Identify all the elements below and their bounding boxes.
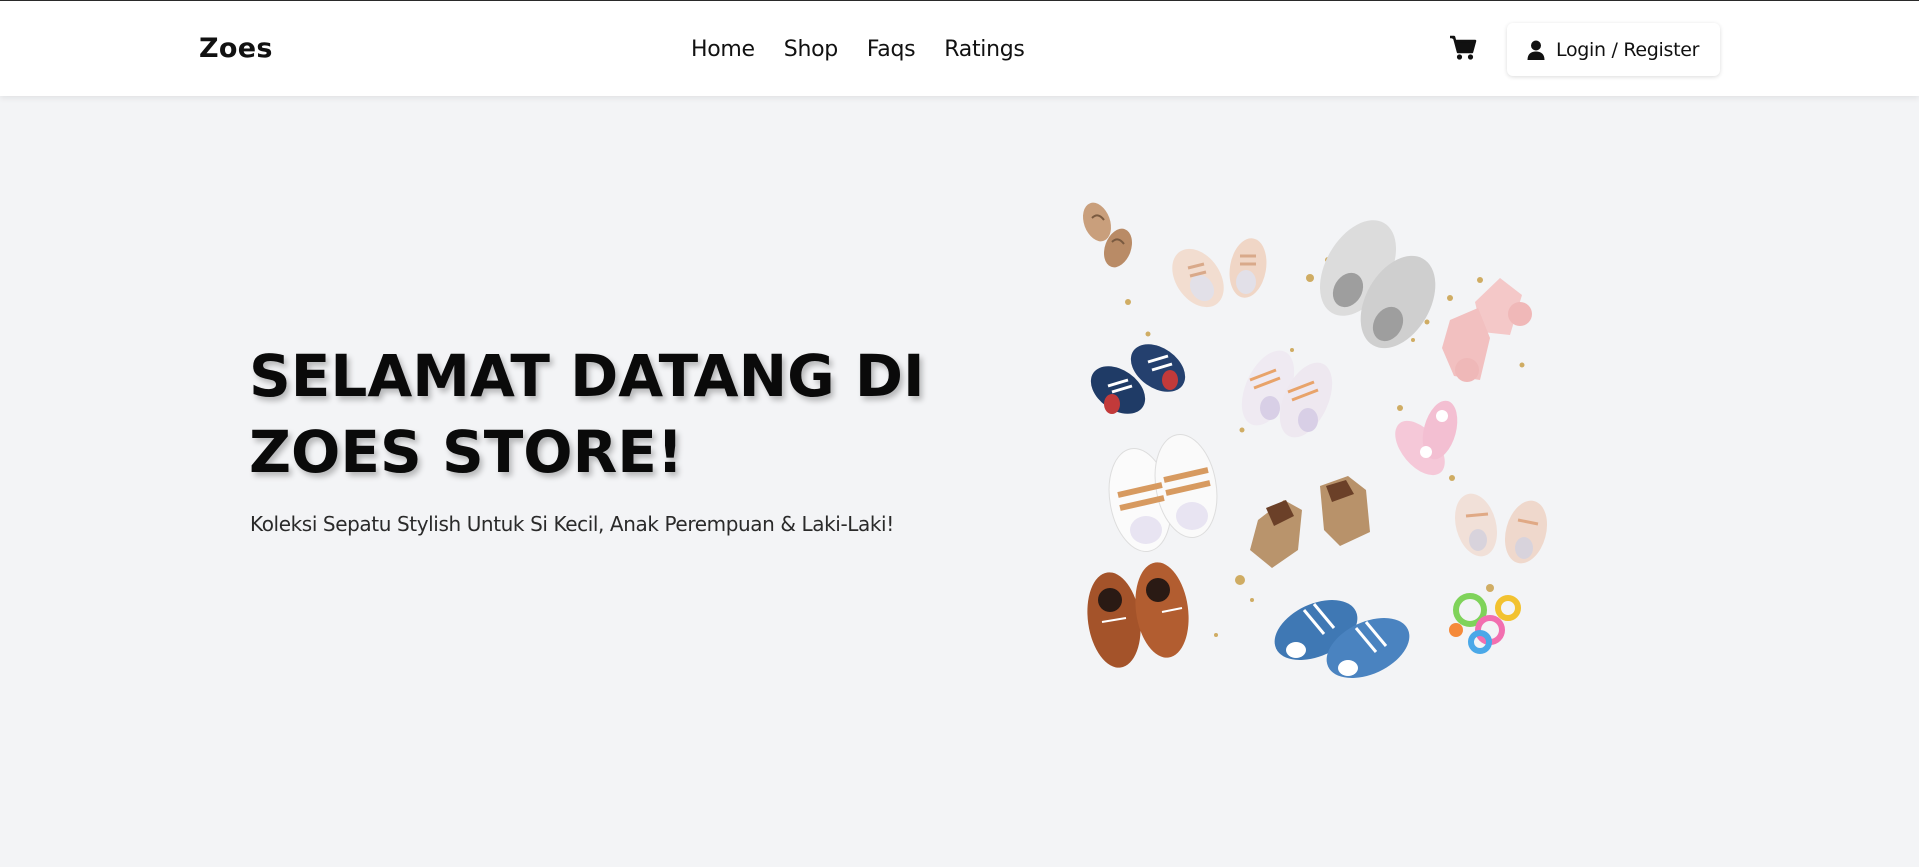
user-icon bbox=[1527, 40, 1545, 60]
navbar: Zoes Home Shop Faqs Ratings Login / Regi… bbox=[0, 1, 1919, 96]
shopping-cart-icon[interactable] bbox=[1449, 35, 1477, 61]
hero-subtitle: Koleksi Sepatu Stylish Untuk Si Kecil, A… bbox=[250, 512, 894, 536]
baby-shoes-image bbox=[1070, 190, 1590, 710]
nav-links: Home Shop Faqs Ratings bbox=[691, 37, 1025, 62]
nav-link-shop[interactable]: Shop bbox=[784, 37, 838, 62]
login-register-label: Login / Register bbox=[1556, 38, 1700, 61]
hero-title: SELAMAT DATANG DI ZOES STORE! bbox=[249, 342, 925, 486]
nav-link-faqs[interactable]: Faqs bbox=[867, 37, 916, 62]
nav-link-home[interactable]: Home bbox=[691, 37, 755, 62]
brand-logo[interactable]: Zoes bbox=[199, 33, 273, 64]
login-register-button[interactable]: Login / Register bbox=[1507, 23, 1720, 76]
nav-link-ratings[interactable]: Ratings bbox=[944, 37, 1025, 62]
